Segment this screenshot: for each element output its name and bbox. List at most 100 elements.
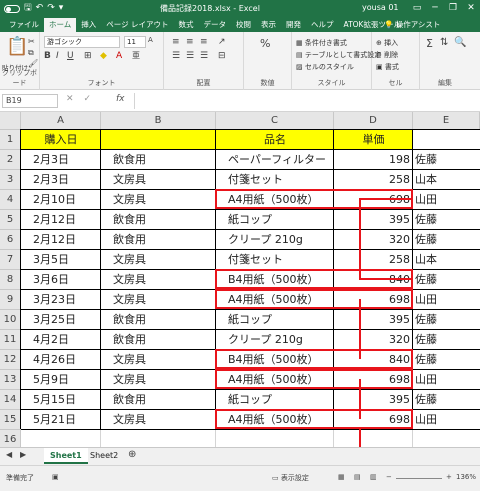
cell-c5[interactable]: 紙コップ — [216, 210, 334, 229]
cell-c2[interactable]: ペーパーフィルター — [216, 150, 334, 169]
cell-b4[interactable]: 文房具 — [101, 190, 216, 209]
cell-a8[interactable]: 3月6日 — [21, 270, 101, 289]
column-header-c[interactable]: C — [216, 112, 334, 130]
zoom-slider[interactable] — [396, 478, 442, 479]
insert-cells-button[interactable]: ⊕ 挿入 — [376, 38, 398, 48]
cell-b5[interactable]: 飲食用 — [101, 210, 216, 229]
cell-a13[interactable]: 5月9日 — [21, 370, 101, 389]
cell-d15[interactable]: 698 — [334, 410, 413, 429]
percent-icon[interactable]: % — [260, 38, 270, 49]
align-center-icon[interactable]: ☰ — [186, 52, 194, 61]
cell-c6[interactable]: クリープ 210g — [216, 230, 334, 249]
page-break-view-icon[interactable]: ▥ — [370, 473, 377, 481]
macro-record-icon[interactable]: ▣ — [52, 473, 59, 481]
cell-d8[interactable]: 840 — [334, 270, 413, 289]
cell-e13[interactable]: 山田 — [413, 370, 480, 389]
cell-b6[interactable]: 飲食用 — [101, 230, 216, 249]
row-header[interactable]: 10 — [0, 310, 21, 330]
align-top-icon[interactable]: ≡ — [172, 38, 180, 47]
prev-sheet-icon[interactable]: ◀ — [6, 451, 12, 459]
add-sheet-icon[interactable]: ⊕ — [128, 450, 136, 460]
cut-icon[interactable]: ✂ — [28, 38, 35, 46]
column-header-a[interactable]: A — [21, 112, 101, 130]
ribbon-display-options-icon[interactable]: ▭ — [408, 0, 426, 17]
cell-a12[interactable]: 4月26日 — [21, 350, 101, 369]
format-cells-button[interactable]: ▣ 書式 — [376, 62, 399, 72]
cell-d3[interactable]: 258 — [334, 170, 413, 189]
align-middle-icon[interactable]: ≡ — [186, 38, 194, 47]
cell-d9[interactable]: 698 — [334, 290, 413, 309]
cell-e12[interactable]: 佐藤 — [413, 350, 480, 369]
sort-filter-icon[interactable]: ⇅ — [440, 38, 448, 48]
cell-d11[interactable]: 320 — [334, 330, 413, 349]
row-header[interactable]: 13 — [0, 370, 21, 390]
cell-b1[interactable] — [101, 130, 216, 149]
cell-a6[interactable]: 2月12日 — [21, 230, 101, 249]
cell-a11[interactable]: 4月2日 — [21, 330, 101, 349]
font-name-select[interactable]: 游ゴシック — [44, 36, 120, 48]
phonetic-icon[interactable]: 亜 — [132, 52, 140, 60]
tab-review[interactable]: 校閲 — [231, 18, 256, 32]
cell-e15[interactable]: 山田 — [413, 410, 480, 429]
cell-a15[interactable]: 5月21日 — [21, 410, 101, 429]
enter-icon[interactable]: ✓ — [84, 94, 92, 104]
sheet-tab-sheet1[interactable]: Sheet1 — [44, 448, 88, 464]
bold-icon[interactable]: B — [44, 52, 51, 61]
cell-b8[interactable]: 文房具 — [101, 270, 216, 289]
cell-d1[interactable]: 単価 — [334, 130, 413, 149]
cell-d6[interactable]: 320 — [334, 230, 413, 249]
cell-a10[interactable]: 3月25日 — [21, 310, 101, 329]
row-header[interactable]: 9 — [0, 290, 21, 310]
align-right-icon[interactable]: ☰ — [200, 52, 208, 61]
close-button[interactable]: ✕ — [462, 0, 480, 17]
cell-c13[interactable]: A4用紙（500枚） — [216, 370, 334, 389]
cell-e14[interactable]: 佐藤 — [413, 390, 480, 409]
cell-e5[interactable]: 佐藤 — [413, 210, 480, 229]
cell-a4[interactable]: 2月10日 — [21, 190, 101, 209]
tab-view[interactable]: 表示 — [256, 18, 281, 32]
font-color-icon[interactable]: A — [116, 52, 122, 61]
cell-c4[interactable]: A4用紙（500枚） — [216, 190, 334, 209]
cell-a9[interactable]: 3月23日 — [21, 290, 101, 309]
cell-e9[interactable]: 山田 — [413, 290, 480, 309]
row-header[interactable]: 3 — [0, 170, 21, 190]
cell-b9[interactable]: 文房具 — [101, 290, 216, 309]
format-painter-icon[interactable]: 🖌 — [28, 60, 38, 68]
font-size-select[interactable]: 11 — [124, 36, 146, 48]
cell-a7[interactable]: 3月5日 — [21, 250, 101, 269]
tab-formulas[interactable]: 数式 — [174, 18, 199, 32]
cell-styles-button[interactable]: ▨ セルのスタイル — [296, 62, 354, 72]
normal-view-icon[interactable]: ▦ — [338, 473, 345, 481]
tab-home[interactable]: ホーム — [44, 18, 77, 32]
cell-d7[interactable]: 258 — [334, 250, 413, 269]
page-layout-view-icon[interactable]: ▤ — [354, 473, 361, 481]
cell-d14[interactable]: 395 — [334, 390, 413, 409]
column-header-b[interactable]: B — [101, 112, 216, 130]
cell-e7[interactable]: 山本 — [413, 250, 480, 269]
cell-b7[interactable]: 文房具 — [101, 250, 216, 269]
italic-icon[interactable]: I — [56, 52, 59, 61]
column-header-e[interactable]: E — [413, 112, 480, 130]
conditional-formatting-button[interactable]: ▦ 条件付き書式 — [296, 38, 347, 48]
select-all-corner[interactable] — [0, 112, 21, 130]
cell-b14[interactable]: 飲食用 — [101, 390, 216, 409]
cell-a14[interactable]: 5月15日 — [21, 390, 101, 409]
next-sheet-icon[interactable]: ▶ — [20, 451, 26, 459]
cell-e6[interactable]: 佐藤 — [413, 230, 480, 249]
column-header-d[interactable]: D — [334, 112, 413, 130]
sheet-tab-sheet2[interactable]: Sheet2 — [84, 448, 124, 464]
row-header[interactable]: 12 — [0, 350, 21, 370]
row-header[interactable]: 4 — [0, 190, 21, 210]
cell-a2[interactable]: 2月3日 — [21, 150, 101, 169]
delete-cells-button[interactable]: ⊖ 削除 — [376, 50, 398, 60]
cell-e3[interactable]: 山本 — [413, 170, 480, 189]
cell-c11[interactable]: クリープ 210g — [216, 330, 334, 349]
minimize-button[interactable]: ─ — [426, 0, 444, 17]
merge-icon[interactable]: ⊟ — [218, 52, 226, 61]
cell-c10[interactable]: 紙コップ — [216, 310, 334, 329]
worksheet[interactable]: A B C D E 1 購入日 品名 単価 2 2月3日 飲食用 ペーパーフィルター 198 佐藤 3 2月3日… — [0, 112, 480, 490]
row-header[interactable]: 8 — [0, 270, 21, 290]
row-header[interactable]: 7 — [0, 250, 21, 270]
cell-b10[interactable]: 飲食用 — [101, 310, 216, 329]
cell-d13[interactable]: 698 — [334, 370, 413, 389]
